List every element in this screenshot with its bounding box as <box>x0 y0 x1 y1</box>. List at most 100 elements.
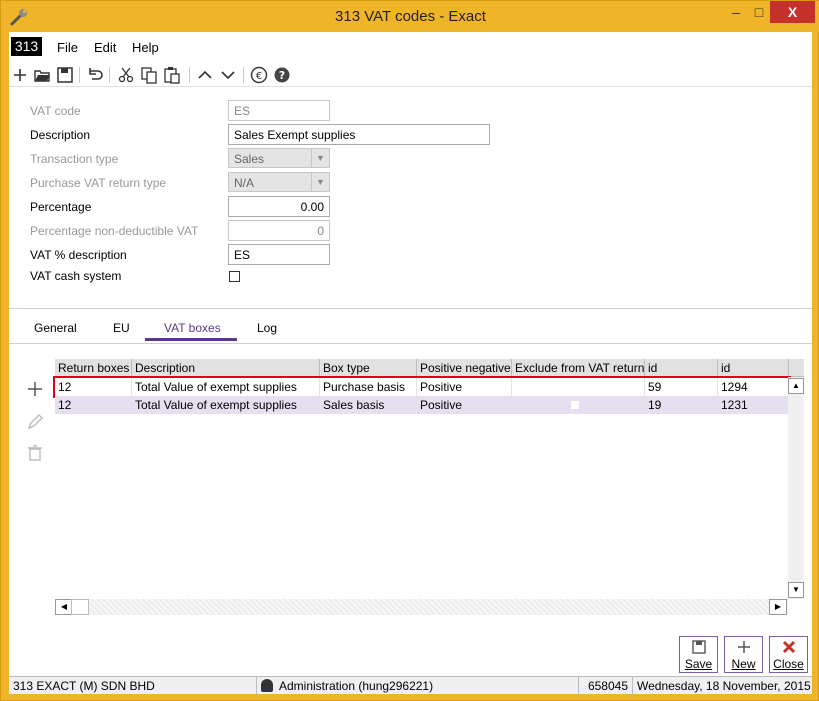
vat-code-form: VAT code ES Description Sales Exempt sup… <box>9 92 812 338</box>
scroll-down-icon[interactable]: ▼ <box>788 582 804 598</box>
help-icon[interactable]: ? <box>272 65 292 85</box>
column-header-box-type[interactable]: Box type <box>320 359 417 377</box>
transaction-type-select: Sales ▼ <box>228 148 330 168</box>
tab-log[interactable]: Log <box>257 321 277 335</box>
column-header-exclude[interactable]: Exclude from VAT return <box>512 359 645 377</box>
new-button[interactable]: New <box>724 636 763 673</box>
status-number: 658045 <box>579 677 633 695</box>
vat-pct-description-label: VAT % description <box>30 248 127 262</box>
cell-box-type: Purchase basis <box>320 378 417 396</box>
table-row[interactable]: 12 Total Value of exempt supplies Sales … <box>55 396 789 414</box>
toolbar-separator <box>109 67 110 83</box>
delete-trash-icon[interactable] <box>25 443 45 463</box>
open-folder-icon[interactable] <box>32 65 52 85</box>
toolbar: € ? <box>9 63 812 87</box>
purchase-vat-return-type-select: N/A ▼ <box>228 172 330 192</box>
form-divider <box>9 308 812 309</box>
up-arrow-icon[interactable] <box>195 65 215 85</box>
close-button[interactable]: Close <box>769 636 808 673</box>
maximize-button[interactable]: □ <box>749 1 769 23</box>
menu-help[interactable]: Help <box>132 40 159 55</box>
percentage-label: Percentage <box>30 200 92 214</box>
vat-boxes-panel: Return boxes Description Box type Positi… <box>9 343 812 635</box>
horizontal-scrollbar[interactable]: ◀ ▶ <box>55 599 788 615</box>
column-header-id[interactable]: id <box>718 359 789 377</box>
add-icon[interactable] <box>10 65 30 85</box>
menu-help-label: Help <box>132 40 159 55</box>
toolbar-separator <box>79 67 80 83</box>
column-header-description[interactable]: Description <box>132 359 320 377</box>
transaction-type-value: Sales <box>234 152 265 166</box>
cell-return-boxes: 12 <box>55 378 132 396</box>
purchase-vat-return-type-label: Purchase VAT return type <box>30 176 167 190</box>
vat-cash-system-label: VAT cash system <box>30 269 122 283</box>
scroll-right-icon[interactable]: ▶ <box>769 599 787 615</box>
menu-file-label: File <box>57 40 78 55</box>
cut-icon[interactable] <box>116 65 136 85</box>
close-icon <box>782 640 795 654</box>
save-icon <box>691 640 706 654</box>
percentage-field[interactable]: 0.00 <box>228 196 330 217</box>
status-user-label: Administration (hung296221) <box>279 679 434 693</box>
close-label: Close <box>773 657 804 671</box>
cell-positive-negative: Positive <box>417 378 512 396</box>
svg-text:?: ? <box>279 69 285 82</box>
menu-edit-label: Edit <box>94 40 117 55</box>
column-header-id[interactable]: id <box>645 359 718 377</box>
column-header-filler <box>789 359 804 377</box>
minimize-button[interactable]: – <box>723 1 749 23</box>
status-date: Wednesday, 18 November, 2015 <box>637 679 811 693</box>
close-window-button[interactable]: X <box>770 1 815 23</box>
grid-header: Return boxes Description Box type Positi… <box>55 359 804 377</box>
undo-icon[interactable] <box>85 65 105 85</box>
menu-edit[interactable]: Edit <box>94 40 116 55</box>
exclude-checkbox[interactable] <box>571 401 579 409</box>
edit-pencil-icon[interactable] <box>25 412 45 432</box>
tab-vat-boxes[interactable]: VAT boxes <box>164 321 221 335</box>
vat-code-label: VAT code <box>30 104 81 118</box>
description-label: Description <box>30 128 91 142</box>
down-arrow-icon[interactable] <box>218 65 238 85</box>
chevron-down-icon: ▼ <box>311 149 329 167</box>
table-row[interactable]: 12 Total Value of exempt supplies Purcha… <box>53 376 791 398</box>
status-company: 313 EXACT (M) SDN BHD <box>9 677 257 695</box>
tab-bar: General EU VAT boxes Log <box>9 317 812 343</box>
purchase-vat-return-type-value: N/A <box>234 176 255 190</box>
tab-eu[interactable]: EU <box>113 321 130 335</box>
save-label: Save <box>684 657 713 671</box>
save-button[interactable]: Save <box>679 636 718 673</box>
window-title: 313 VAT codes - Exact <box>335 8 486 25</box>
menu-file[interactable]: File <box>57 40 78 55</box>
column-header-return-boxes[interactable]: Return boxes <box>55 359 132 377</box>
cell-id: 1231 <box>721 398 748 412</box>
cell-id: 19 <box>645 396 718 414</box>
cell-exclude[interactable] <box>512 378 645 396</box>
paste-icon[interactable] <box>162 65 182 85</box>
cell-description: Total Value of exempt supplies <box>132 378 320 396</box>
vat-pct-description-field[interactable]: ES <box>228 244 330 265</box>
scroll-up-icon[interactable]: ▲ <box>788 378 804 394</box>
svg-text:€: € <box>256 71 262 82</box>
column-header-positive-negative[interactable]: Positive negative <box>417 359 512 377</box>
euro-icon[interactable]: € <box>249 65 269 85</box>
pct-nondeductible-label: Percentage non-deductible VAT <box>30 224 199 238</box>
cell-exclude[interactable] <box>512 396 645 414</box>
cell-id: 59 <box>645 378 718 396</box>
app-window: 313 VAT codes - Exact – □ X 313 File Edi… <box>0 0 819 701</box>
title-bar[interactable]: 313 VAT codes - Exact – □ X <box>1 1 819 32</box>
toolbar-separator <box>243 67 244 83</box>
tab-general[interactable]: General <box>34 321 77 335</box>
cell-return-boxes: 12 <box>55 396 132 414</box>
save-icon[interactable] <box>55 65 75 85</box>
scroll-thumb[interactable] <box>71 599 89 615</box>
copy-icon[interactable] <box>139 65 159 85</box>
vertical-scrollbar[interactable]: ▲ ▼ <box>788 377 804 599</box>
user-icon <box>261 679 273 692</box>
transaction-type-label: Transaction type <box>30 152 119 166</box>
client-area: 313 File Edit Help € ? VAT code ES Descr… <box>9 32 812 695</box>
cell-positive-negative: Positive <box>417 396 512 414</box>
vat-cash-system-checkbox[interactable] <box>229 271 240 282</box>
description-field[interactable]: Sales Exempt supplies <box>228 124 490 145</box>
plus-icon <box>737 641 750 653</box>
add-row-icon[interactable] <box>25 379 45 399</box>
